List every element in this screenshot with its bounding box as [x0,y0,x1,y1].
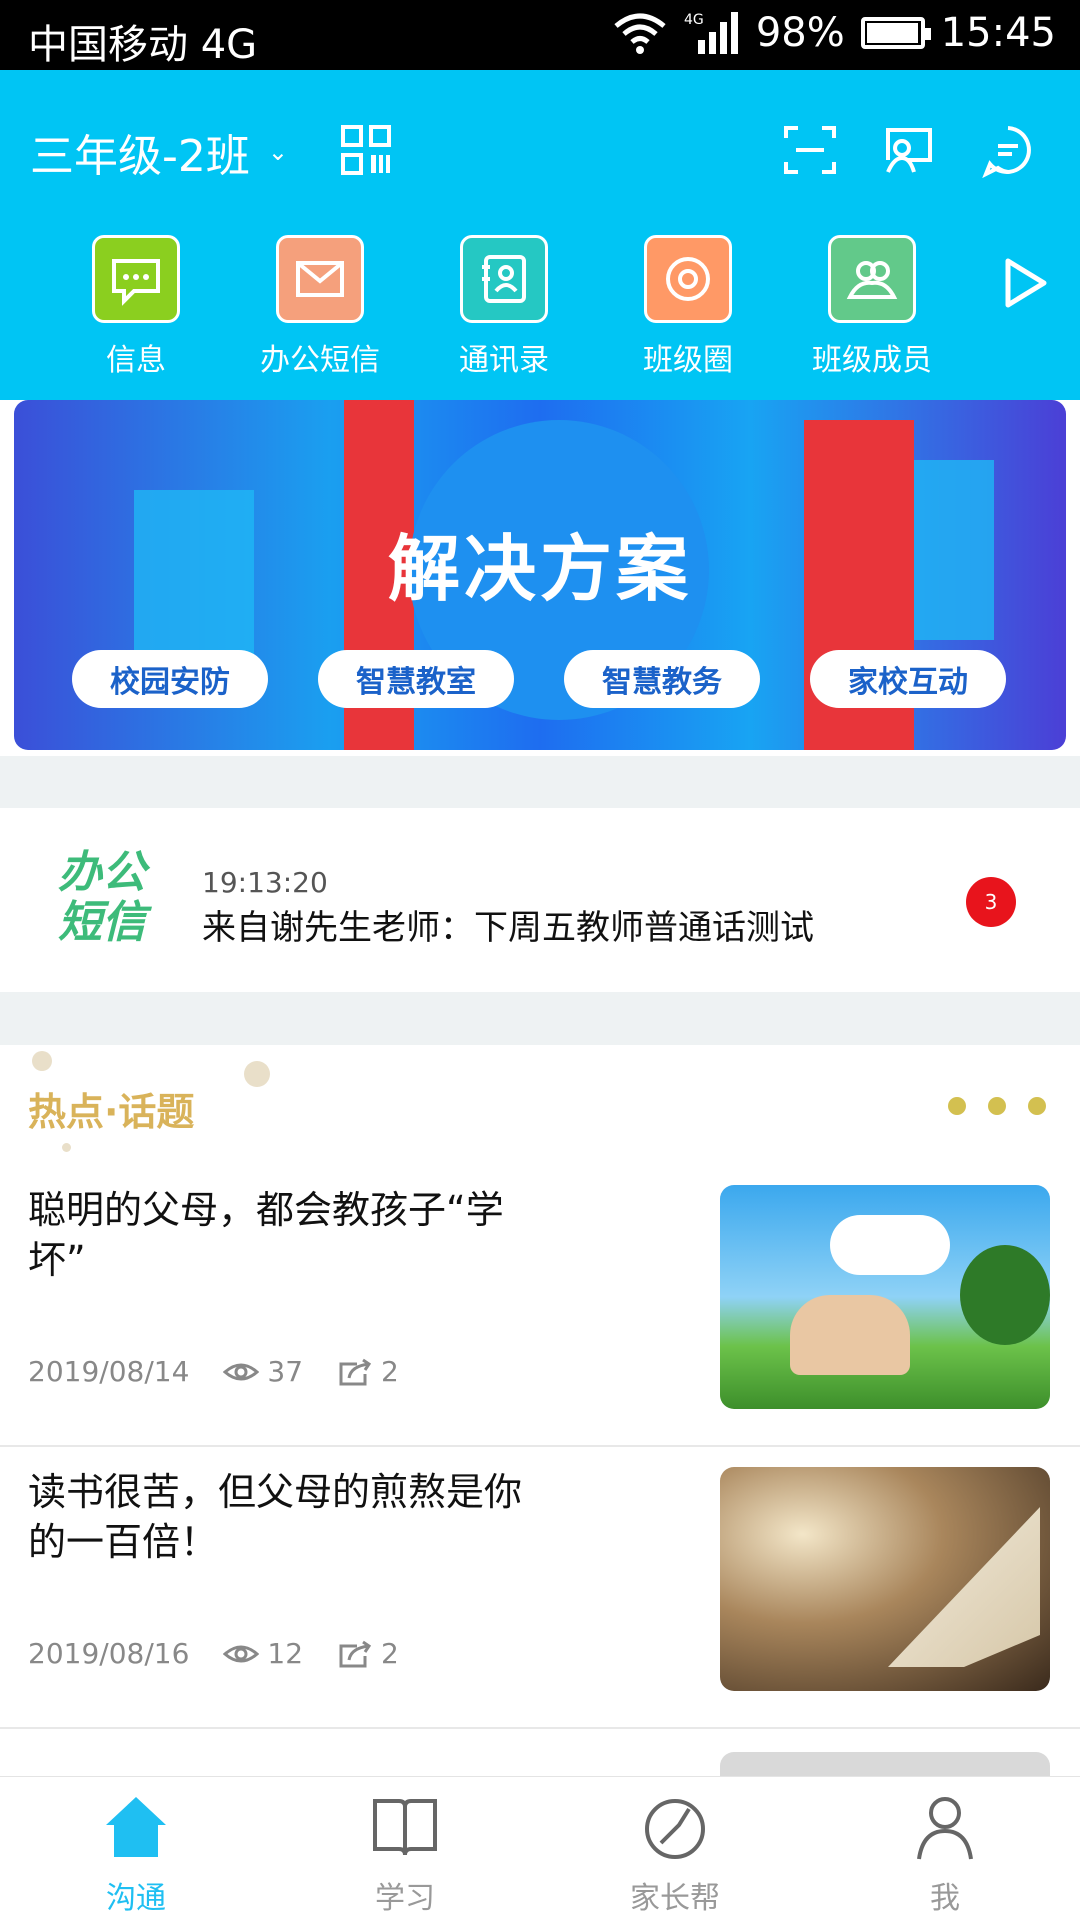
solutions-banner[interactable]: 解决方案 校园安防 智慧教室 智慧教务 家校互动 [14,400,1066,750]
banner-pill-smart-classroom[interactable]: 智慧教室 [318,650,514,708]
svg-text:4G: 4G [684,12,704,28]
sms-preview: 来自谢先生老师：下周五教师普通话测试 [202,908,814,948]
quick-tile [644,235,732,323]
article-item[interactable]: 读书很苦，但父母的煎熬是你的一百倍！ 2019/08/16 12 2 [0,1447,1080,1729]
quick-action-label: 办公短信 [260,343,380,378]
article-meta: 2019/08/14 37 2 [28,1355,399,1388]
battery-icon [860,17,931,49]
tab-label: 沟通 [106,1881,166,1916]
quick-action-label: 班级圈 [643,343,733,378]
book-icon [373,1799,437,1856]
qr-code-icon[interactable] [340,124,392,176]
screen-cast-icon[interactable] [880,122,936,178]
message-icon [112,259,160,306]
office-sms-card[interactable]: 办公短信 19:13:20 来自谢先生老师：下周五教师普通话测试 [0,808,1080,992]
circle-icon [666,257,710,301]
battery-level [866,23,918,43]
decoration-dot [62,1143,71,1152]
home-icon [106,1797,166,1857]
battery-percent: 98% [755,10,845,56]
user-icon [917,1797,973,1860]
contacts-icon [482,255,526,303]
hot-topics-title: 热点·话题 [28,1090,195,1134]
app-header: 三年级-2班 ⌄ 信息 办公短信 通讯录 班级圈 班级成员 [0,70,1080,400]
article-title: 读书很苦，但父母的煎熬是你的一百倍！ [28,1470,523,1564]
quick-action-members[interactable]: 班级成员 [792,235,952,379]
eye-icon [223,1363,260,1380]
compass-icon [645,1799,705,1859]
banner-pills: 校园安防 智慧教室 智慧教务 家校互动 [72,650,1006,708]
quick-tile [276,235,364,323]
wifi-icon [614,13,666,54]
section-divider [0,756,1080,808]
share-icon [339,1640,372,1667]
tab-study[interactable]: 学习 [305,1791,505,1917]
banner-title: 解决方案 [387,527,692,611]
quick-action-label: 信息 [106,343,166,378]
more-icon[interactable] [948,1097,1046,1115]
tab-parent-help[interactable]: 家长帮 [575,1791,775,1917]
quick-action-office-sms[interactable]: 办公短信 [240,235,400,379]
tab-label: 家长帮 [630,1881,720,1916]
tab-me[interactable]: 我 [845,1791,1045,1917]
article-item-partial[interactable] [0,1730,1080,1780]
decoration-dot [32,1051,52,1071]
quick-actions: 信息 办公短信 通讯录 班级圈 班级成员 [0,235,1080,400]
quick-action-info[interactable]: 信息 [56,235,216,379]
quick-action-contacts[interactable]: 通讯录 [424,235,584,379]
article-meta: 2019/08/16 12 2 [28,1637,399,1670]
article-thumbnail [720,1467,1050,1691]
office-sms-logo: 办公短信 [58,847,146,948]
article-date: 2019/08/14 [28,1355,190,1388]
article-thumbnail [720,1185,1050,1409]
quick-tile [460,235,548,323]
article-item[interactable]: 聪明的父母，都会教孩子“学坏” 2019/08/14 37 2 [0,1165,1080,1447]
share-icon [339,1358,372,1385]
tab-communicate[interactable]: 沟通 [36,1791,236,1917]
clock: 15:45 [940,10,1056,56]
banner-pill-smart-academic[interactable]: 智慧教务 [564,650,760,708]
status-right: 4G 98% 15:45 [612,10,1056,56]
signal-icon: 4G [684,12,738,54]
play-arrow-icon[interactable] [998,255,1050,311]
quick-action-label: 通讯录 [459,343,549,378]
article-shares: 2 [381,1355,399,1388]
mail-icon [296,261,344,297]
banner-pill-campus-security[interactable]: 校园安防 [72,650,268,708]
status-bar: 中国移动 4G 4G 98% 15:45 [0,0,1080,70]
banner-pill-home-school[interactable]: 家校互动 [810,650,1006,708]
article-title: 聪明的父母，都会教孩子“学坏” [28,1188,504,1282]
tab-label: 我 [930,1881,960,1916]
article-shares: 2 [381,1637,399,1670]
scan-icon[interactable] [782,122,838,178]
quick-action-class-circle[interactable]: 班级圈 [608,235,768,379]
section-divider [0,992,1080,1045]
article-views: 12 [267,1637,304,1670]
tab-label: 学习 [375,1881,435,1916]
hot-topics-header: 热点·话题 [0,1045,1080,1165]
sms-time: 19:13:20 [202,866,328,899]
quick-action-label: 班级成员 [812,343,932,378]
article-views: 37 [267,1355,304,1388]
carrier-label: 中国移动 4G [28,22,258,68]
unread-badge: 3 [966,877,1016,927]
article-date: 2019/08/16 [28,1637,190,1670]
class-selector[interactable]: 三年级-2班 ⌄ [30,120,288,184]
members-icon [846,261,898,299]
decoration-dot [244,1061,270,1087]
bottom-tab-bar: 沟通 学习 家长帮 我 [0,1776,1080,1921]
quick-tile [92,235,180,323]
chat-icon[interactable] [980,122,1036,178]
quick-tile [828,235,916,323]
chevron-down-icon: ⌄ [267,138,288,166]
eye-icon [223,1645,260,1662]
class-name: 三年级-2班 [30,131,250,182]
